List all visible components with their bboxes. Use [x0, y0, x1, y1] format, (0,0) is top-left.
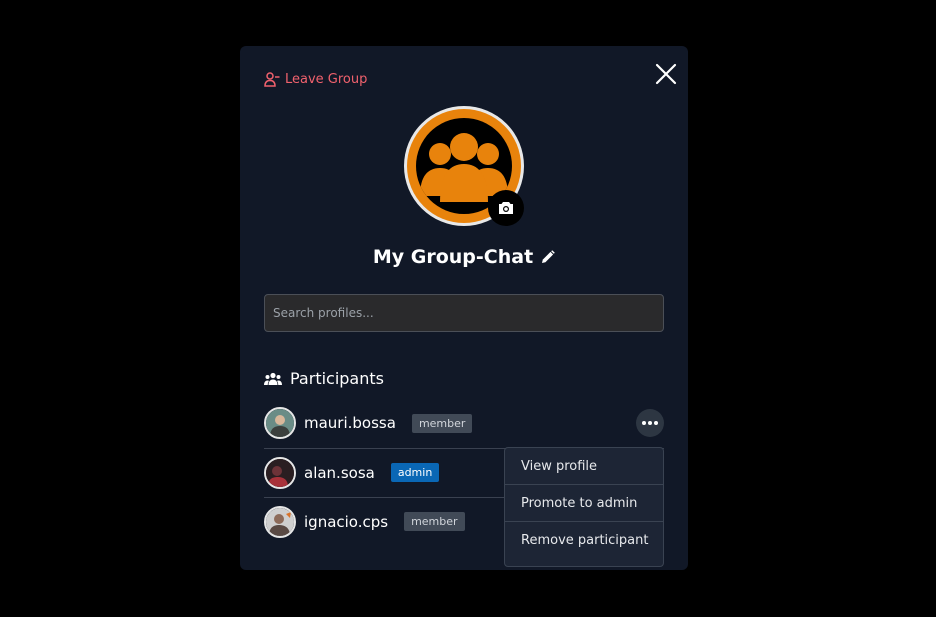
group-avatar[interactable]: [404, 106, 524, 226]
participant-context-menu: View profile Promote to admin Remove par…: [504, 447, 664, 567]
role-badge: member: [411, 413, 473, 433]
participant-row[interactable]: mauri.bossa member: [264, 399, 664, 447]
leave-group-button[interactable]: Leave Group: [264, 71, 367, 87]
close-icon[interactable]: [652, 60, 680, 88]
group-title-row: My Group-Chat: [240, 246, 688, 268]
participant-options-button[interactable]: [636, 409, 664, 437]
pencil-icon[interactable]: [541, 250, 555, 264]
role-badge: admin: [390, 463, 440, 482]
camera-icon: [499, 202, 513, 214]
search-input[interactable]: [264, 294, 664, 332]
avatar: [264, 407, 296, 439]
participant-username: alan.sosa: [304, 463, 375, 482]
users-icon: [264, 372, 282, 385]
participants-heading: Participants: [264, 369, 384, 388]
participants-heading-label: Participants: [290, 369, 384, 388]
group-name: My Group-Chat: [372, 246, 534, 268]
menu-item-promote-to-admin[interactable]: Promote to admin: [505, 485, 663, 522]
leave-group-icon: [264, 72, 280, 87]
leave-group-label: Leave Group: [285, 71, 368, 87]
avatar: [264, 505, 296, 538]
more-horizontal-icon: [642, 421, 646, 425]
role-badge: member: [404, 512, 465, 531]
participant-username: mauri.bossa: [304, 414, 396, 432]
menu-item-remove-participant[interactable]: Remove participant: [505, 522, 663, 559]
avatar: [264, 456, 296, 489]
participant-username: ignacio.cps: [304, 512, 389, 531]
menu-item-view-profile[interactable]: View profile: [505, 448, 663, 485]
change-photo-button[interactable]: [488, 190, 524, 226]
